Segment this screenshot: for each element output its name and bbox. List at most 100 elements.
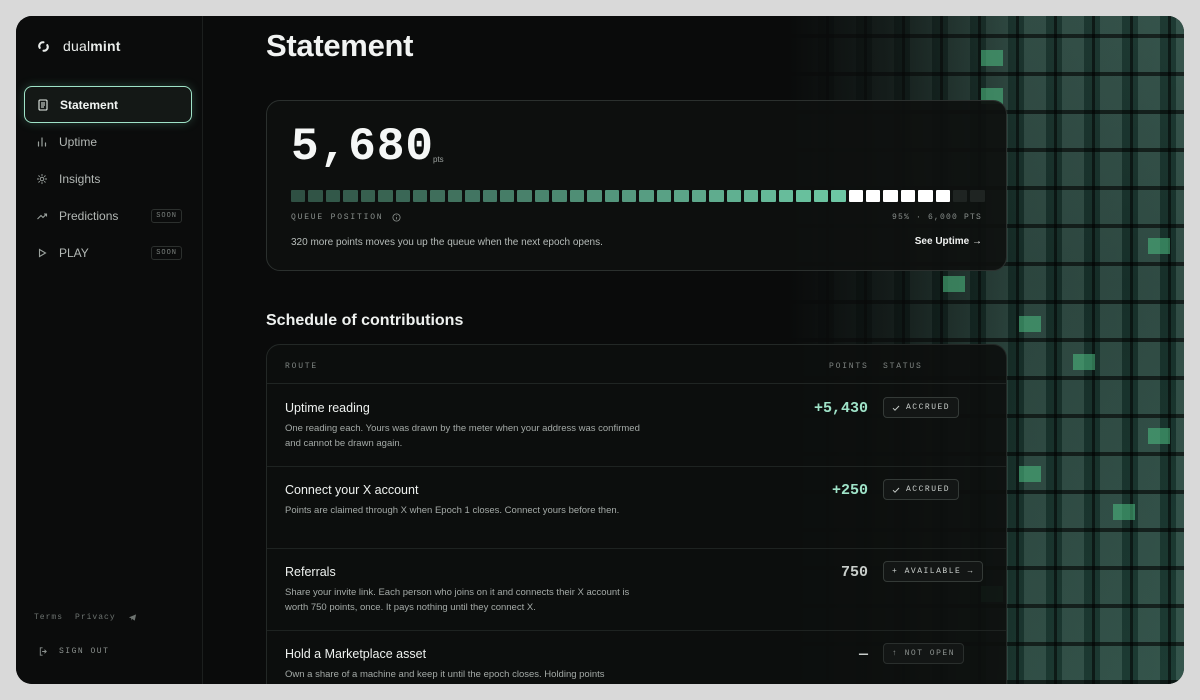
sidebar-item-play[interactable]: PLAY SOON: [24, 234, 192, 271]
status-badge: ACCRUED: [883, 397, 960, 418]
points-unit: pts: [433, 155, 444, 164]
progress-segment: [656, 190, 672, 202]
progress-segment: [430, 190, 445, 202]
progress-segment: [360, 190, 376, 202]
available-button[interactable]: + AVAILABLE →: [883, 561, 983, 582]
sidebar-item-label: PLAY: [59, 245, 89, 260]
row-description: Points are claimed through X when Epoch …: [285, 505, 620, 516]
page-title: Statement: [266, 28, 414, 63]
progress-segment: [953, 190, 968, 202]
table-row[interactable]: Connect your X account Points are claime…: [267, 466, 1006, 549]
column-points: POINTS: [829, 362, 869, 371]
progress-segment: [517, 190, 532, 202]
sidebar-item-statement[interactable]: Statement: [24, 86, 192, 123]
play-icon: [35, 246, 49, 260]
sparkle-icon: [35, 172, 49, 186]
column-route: ROUTE: [285, 362, 319, 371]
sidebar-item-label: Predictions: [59, 208, 119, 223]
row-points: +5,430: [813, 400, 868, 417]
row-description: Share your invite link. Each person who …: [285, 587, 630, 613]
privacy-link[interactable]: Privacy: [75, 613, 116, 622]
row-title: Referrals: [285, 565, 336, 579]
row-description: Own a share of a machine and keep it unt…: [285, 669, 605, 680]
progress-segment: [587, 190, 602, 202]
brand-name: dualmint: [63, 38, 121, 54]
brand-logo[interactable]: dualmint: [36, 38, 121, 54]
row-description: One reading each. Yours was drawn by the…: [285, 423, 640, 449]
progress-segment: [552, 190, 567, 202]
telegram-icon[interactable]: [128, 613, 137, 622]
trend-up-icon: [35, 209, 49, 223]
progress-segment: [900, 190, 916, 202]
sidebar-item-label: Uptime: [59, 134, 98, 149]
app-window: dualmint Statement Uptime Insights Predi…: [16, 16, 1184, 684]
progress-segment: [831, 190, 846, 202]
points-summary-card: 5,680 pts QUEUE POSITION 95% · 6,000 PTS…: [266, 100, 1007, 271]
queue-progress-bar: [291, 190, 985, 202]
points-total: 5,680: [291, 121, 435, 173]
progress-segment: [622, 190, 637, 202]
sign-out-button[interactable]: SIGN OUT: [38, 646, 109, 657]
column-status: STATUS: [883, 362, 923, 371]
check-icon: [892, 405, 900, 411]
progress-segment: [604, 190, 620, 202]
table-row[interactable]: Referrals Share your invite link. Each p…: [267, 548, 1006, 631]
progress-segment: [412, 190, 428, 202]
table-header: ROUTE POINTS STATUS: [267, 345, 1006, 384]
sidebar-item-insights[interactable]: Insights: [24, 160, 192, 197]
contributions-table: ROUTE POINTS STATUS Uptime reading One r…: [266, 344, 1007, 684]
progress-segment: [813, 190, 829, 202]
footer-links: Terms Privacy: [34, 613, 137, 622]
row-title: Hold a Marketplace asset: [285, 647, 427, 661]
dualmint-logo-icon: [38, 40, 49, 52]
soon-badge: SOON: [151, 246, 182, 260]
progress-segment: [848, 190, 863, 202]
status-badge: ACCRUED: [883, 479, 960, 500]
sidebar-item-predictions[interactable]: Predictions SOON: [24, 197, 192, 234]
info-icon[interactable]: [392, 213, 401, 222]
schedule-title: Schedule of contributions: [266, 312, 464, 329]
progress-segment: [308, 190, 323, 202]
main-content: Statement 5,680 pts QUEUE POSITION 95% ·…: [203, 16, 1184, 684]
progress-segment: [935, 190, 951, 202]
terms-link[interactable]: Terms: [34, 613, 63, 622]
progress-segment: [343, 190, 358, 202]
queue-progress-meta: 95% · 6,000 PTS: [891, 213, 982, 222]
progress-segment: [500, 190, 515, 202]
table-row[interactable]: Hold a Marketplace asset Own a share of …: [267, 630, 1006, 684]
row-title: Connect your X account: [285, 483, 419, 497]
progress-segment: [482, 190, 498, 202]
row-points: +250: [831, 482, 868, 499]
progress-segment: [395, 190, 410, 202]
progress-segment: [291, 190, 306, 202]
row-title: Uptime reading: [285, 401, 370, 415]
progress-segment: [970, 190, 985, 202]
sidebar-nav: Statement Uptime Insights Predictions SO…: [24, 86, 192, 271]
queue-position-label: QUEUE POSITION: [291, 213, 401, 222]
progress-segment: [447, 190, 463, 202]
queue-description: 320 more points moves you up the queue w…: [291, 237, 603, 248]
progress-segment: [883, 190, 898, 202]
progress-segment: [709, 190, 724, 202]
sidebar-item-uptime[interactable]: Uptime: [24, 123, 192, 160]
progress-segment: [325, 190, 341, 202]
sidebar: dualmint Statement Uptime Insights Predi…: [16, 16, 203, 684]
sign-out-label: SIGN OUT: [59, 647, 110, 656]
status-badge: ↑ NOT OPEN: [883, 643, 965, 664]
progress-segment: [378, 190, 393, 202]
sidebar-item-label: Statement: [60, 97, 119, 112]
progress-segment: [726, 190, 741, 202]
bar-chart-icon: [35, 135, 49, 149]
check-icon: [892, 487, 900, 493]
progress-segment: [674, 190, 689, 202]
progress-segment: [743, 190, 759, 202]
row-points: 750: [840, 564, 868, 581]
progress-segment: [761, 190, 776, 202]
table-row[interactable]: Uptime reading One reading each. Yours w…: [267, 384, 1006, 467]
soon-badge: SOON: [151, 209, 182, 223]
progress-segment: [778, 190, 794, 202]
sign-out-icon: [39, 647, 47, 656]
progress-segment: [465, 190, 480, 202]
see-uptime-link[interactable]: See Uptime →: [915, 236, 982, 247]
document-icon: [36, 98, 50, 112]
